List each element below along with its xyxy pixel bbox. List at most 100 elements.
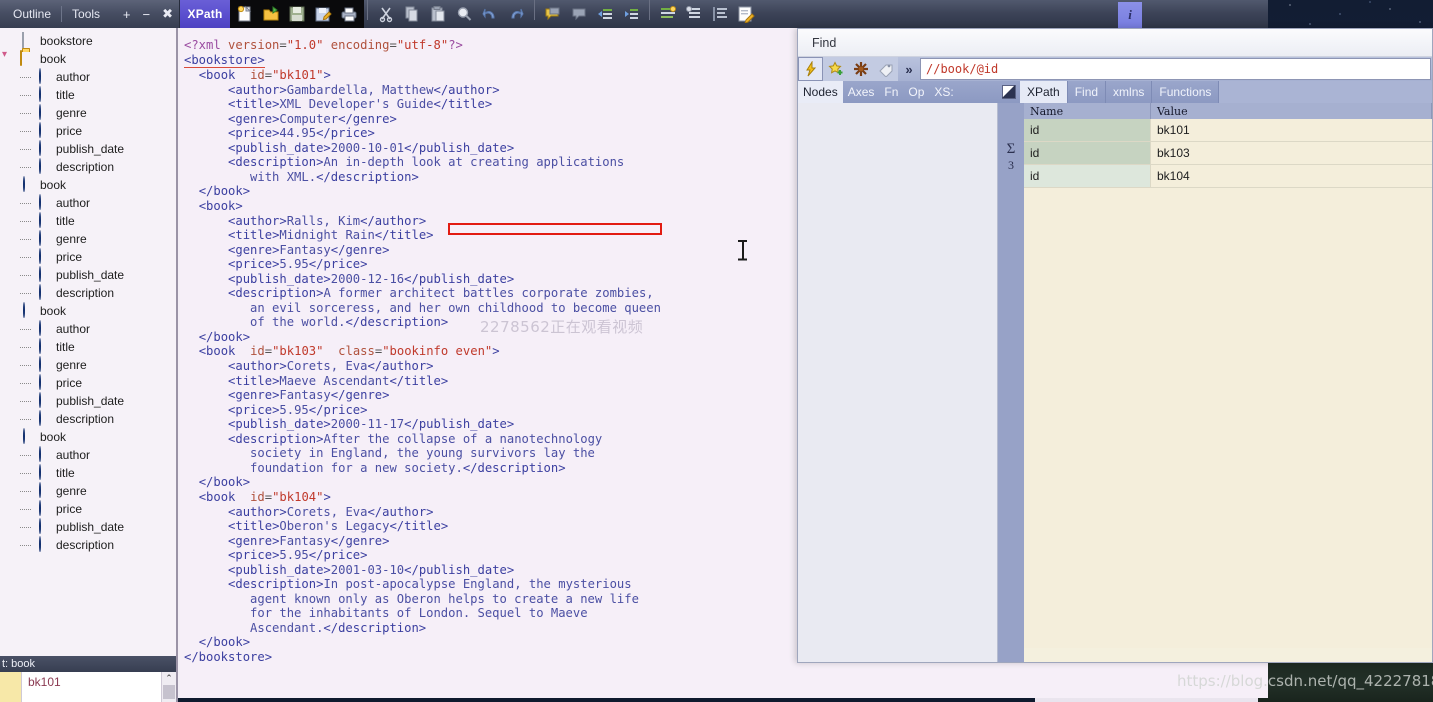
- toolbar-empty-area: [761, 0, 1268, 28]
- collapse-all-button[interactable]: −: [137, 7, 157, 22]
- tree-guide: [18, 446, 36, 464]
- new-file-icon[interactable]: [232, 1, 258, 27]
- edit-style-icon[interactable]: [733, 1, 759, 27]
- tree-item-genre[interactable]: genre: [0, 482, 176, 500]
- save-icon[interactable]: [284, 1, 310, 27]
- add-favorite-star-icon[interactable]: [823, 57, 848, 81]
- result-row[interactable]: id bk104: [1024, 165, 1432, 188]
- redo-icon[interactable]: [503, 1, 529, 27]
- tag-label-icon[interactable]: [873, 57, 898, 81]
- tree-item-price[interactable]: price: [0, 248, 176, 266]
- tree-item-description[interactable]: description: [0, 284, 176, 302]
- undo-icon[interactable]: [477, 1, 503, 27]
- align-icon[interactable]: [707, 1, 733, 27]
- result-tab-xmlns[interactable]: xmlns: [1106, 81, 1153, 103]
- node-list-pane[interactable]: [798, 103, 998, 662]
- attribute-panel[interactable]: t: book bk101 ⌃: [0, 656, 178, 702]
- attribute-panel-scrollbar[interactable]: ⌃: [162, 672, 176, 702]
- tree-item-price[interactable]: price: [0, 122, 176, 140]
- tree-item-description[interactable]: description: [0, 536, 176, 554]
- code-line: <bookstore>: [184, 52, 265, 69]
- tree-item-label: price: [56, 124, 83, 138]
- outline-tree-panel[interactable]: bookstore book author title genre price publis…: [0, 28, 178, 656]
- sigma-icon: Σ: [1006, 141, 1016, 157]
- comment-icon[interactable]: [540, 1, 566, 27]
- outdent-icon[interactable]: [592, 1, 618, 27]
- outline-tab[interactable]: Outline: [5, 7, 59, 21]
- info-button[interactable]: i: [1118, 2, 1142, 28]
- tree-item-author[interactable]: author: [0, 320, 176, 338]
- tree-item-publish_date[interactable]: publish_date: [0, 140, 176, 158]
- tree-item-label: genre: [56, 484, 87, 498]
- tree-item-title[interactable]: title: [0, 464, 176, 482]
- execute-lightning-icon[interactable]: [798, 57, 823, 81]
- tree-item-book[interactable]: book: [0, 49, 176, 68]
- asterisk-burst-icon[interactable]: [848, 57, 873, 81]
- tree-item-title[interactable]: title: [0, 212, 176, 230]
- column-header-value[interactable]: Value: [1151, 103, 1432, 119]
- tree-item-author[interactable]: author: [0, 68, 176, 86]
- results-table-body: id bk101 id bk103 id bk104: [1024, 119, 1432, 188]
- scrollbar-thumb[interactable]: [163, 685, 175, 699]
- tree-item-label: author: [56, 448, 91, 462]
- results-table[interactable]: Name Value id bk101 id bk103 id bk104: [1024, 103, 1432, 662]
- scroll-up-arrow[interactable]: ⌃: [165, 672, 173, 684]
- tree-item-author[interactable]: author: [0, 194, 176, 212]
- uncomment-icon[interactable]: [566, 1, 592, 27]
- indent-icon[interactable]: [618, 1, 644, 27]
- tree-item-publish_date[interactable]: publish_date: [0, 266, 176, 284]
- tree-item-book[interactable]: book: [0, 176, 176, 194]
- result-tab-find[interactable]: Find: [1068, 81, 1107, 103]
- tree-item-price[interactable]: price: [0, 374, 176, 392]
- xpath-tab-nodes[interactable]: Nodes: [798, 81, 843, 103]
- result-tab-functions[interactable]: Functions: [1152, 81, 1220, 103]
- expand-all-button[interactable]: +: [117, 7, 137, 22]
- attribute-row-value[interactable]: bk101: [22, 672, 162, 702]
- tree-item-book[interactable]: book: [0, 302, 176, 320]
- tree-item-title[interactable]: title: [0, 338, 176, 356]
- tree-item-publish_date[interactable]: publish_date: [0, 518, 176, 536]
- toggle-pane-icon[interactable]: [998, 81, 1020, 103]
- format-xml-icon[interactable]: [655, 1, 681, 27]
- result-row[interactable]: id bk103: [1024, 142, 1432, 165]
- tree-item-title[interactable]: title: [0, 86, 176, 104]
- tree-guide: [2, 302, 20, 320]
- tree-item-description[interactable]: description: [0, 410, 176, 428]
- tree-item-author[interactable]: author: [0, 446, 176, 464]
- result-name-cell: id: [1024, 165, 1151, 188]
- result-row[interactable]: id bk101: [1024, 119, 1432, 142]
- paste-icon[interactable]: [425, 1, 451, 27]
- cut-icon[interactable]: [373, 1, 399, 27]
- tree-item-description[interactable]: description: [0, 158, 176, 176]
- xpath-tab-axes[interactable]: Axes: [843, 81, 880, 103]
- element-icon: [36, 104, 52, 121]
- element-icon-glyph: [39, 482, 41, 498]
- close-outline-button[interactable]: ✖: [156, 6, 179, 22]
- tree-item-genre[interactable]: genre: [0, 104, 176, 122]
- tree-guide: [18, 320, 36, 338]
- xpath-tab-fn[interactable]: Fn: [879, 81, 903, 103]
- search-icon[interactable]: [451, 1, 477, 27]
- open-folder-icon[interactable]: [258, 1, 284, 27]
- xpath-tab-xs[interactable]: XS:: [929, 81, 958, 103]
- result-tab-xpath[interactable]: XPath: [1020, 81, 1068, 103]
- more-options-chevron-icon[interactable]: »: [898, 57, 920, 81]
- xpath-expression-input[interactable]: //book/@id: [920, 58, 1431, 80]
- tree-item-price[interactable]: price: [0, 500, 176, 518]
- column-header-name[interactable]: Name: [1024, 103, 1151, 119]
- tree-item-genre[interactable]: genre: [0, 230, 176, 248]
- copy-icon[interactable]: [399, 1, 425, 27]
- tree-item-label: description: [56, 412, 115, 426]
- xpath-tab-op[interactable]: Op: [903, 81, 929, 103]
- save-as-icon[interactable]: [310, 1, 336, 27]
- pretty-print-icon[interactable]: [681, 1, 707, 27]
- tree-item-publish_date[interactable]: publish_date: [0, 392, 176, 410]
- tree-item-book[interactable]: book: [0, 428, 176, 446]
- print-icon[interactable]: [336, 1, 362, 27]
- tree-guide: [18, 104, 36, 122]
- tools-tab[interactable]: Tools: [64, 7, 108, 21]
- tree-item-label: title: [56, 466, 75, 480]
- tree-item-genre[interactable]: genre: [0, 356, 176, 374]
- tree-item-label: description: [56, 160, 115, 174]
- toolbar-divider: [534, 0, 535, 20]
